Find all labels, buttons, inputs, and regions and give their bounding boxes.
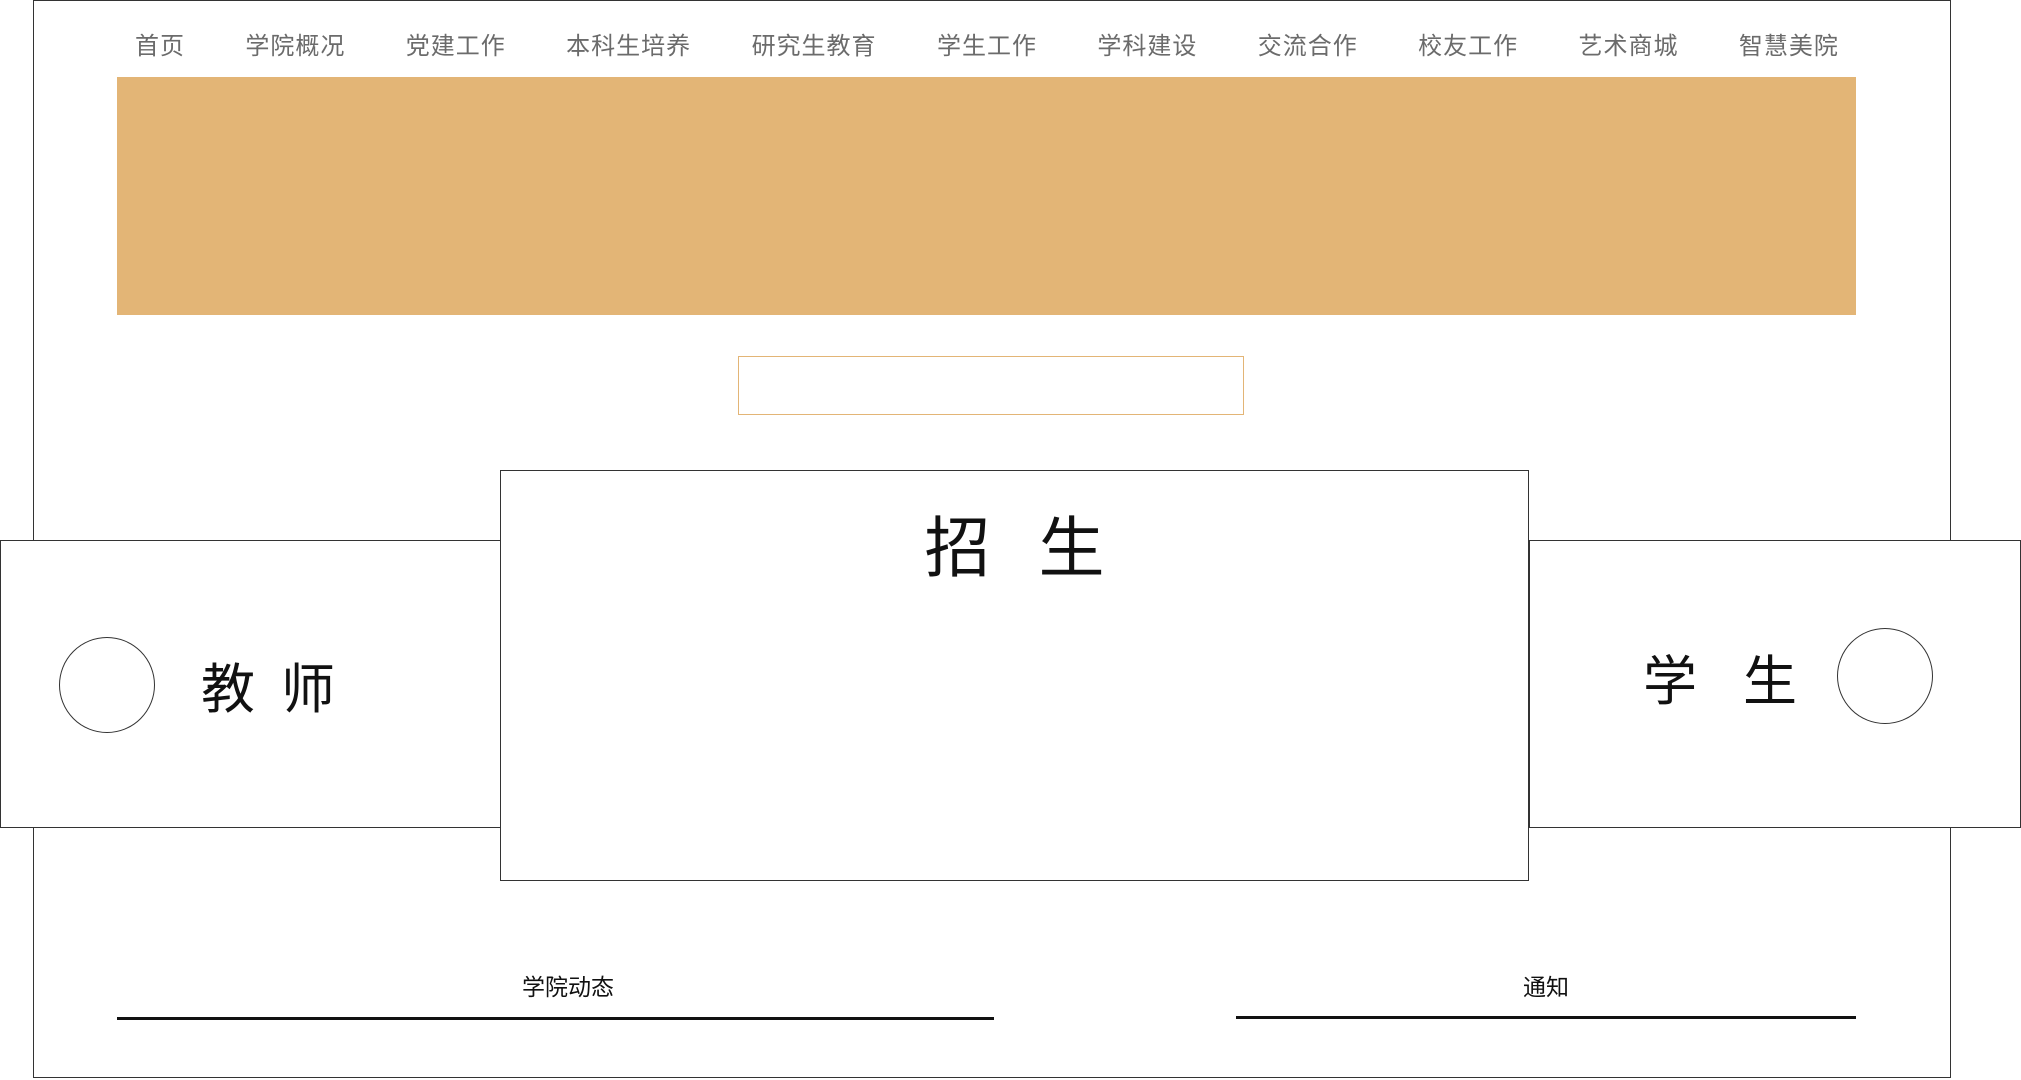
- nav-item-graduate[interactable]: 研究生教育: [734, 26, 895, 61]
- hero-banner: [117, 77, 1856, 315]
- student-avatar: [1837, 628, 1933, 724]
- nav-item-discipline[interactable]: 学科建设: [1079, 26, 1215, 61]
- nav-item-art-mall[interactable]: 艺术商城: [1561, 26, 1697, 61]
- admission-card-title: 招生: [924, 510, 1153, 587]
- nav-item-undergraduate[interactable]: 本科生培养: [548, 26, 709, 61]
- notice-divider: [1236, 1016, 1856, 1019]
- student-card[interactable]: 学生: [1529, 540, 2021, 828]
- nav-item-exchange[interactable]: 交流合作: [1240, 26, 1376, 61]
- nav-item-home[interactable]: 首页: [117, 26, 203, 61]
- teacher-avatar: [59, 637, 155, 733]
- teacher-card-title: 教师: [201, 658, 361, 721]
- nav-item-student-affairs[interactable]: 学生工作: [919, 26, 1055, 61]
- page: 首页 学院概况 党建工作 本科生培养 研究生教育 学生工作 学科建设 交流合作 …: [0, 0, 2021, 1080]
- nav-item-party-building[interactable]: 党建工作: [388, 26, 524, 61]
- nav-item-college-overview[interactable]: 学院概况: [227, 26, 363, 61]
- notice-heading[interactable]: 通知: [1236, 968, 1856, 1002]
- top-nav: 首页 学院概况 党建工作 本科生培养 研究生教育 学生工作 学科建设 交流合作 …: [117, 24, 1857, 62]
- college-news-divider: [117, 1017, 994, 1020]
- nav-item-smart-academy[interactable]: 智慧美院: [1721, 26, 1857, 61]
- college-news-heading[interactable]: 学院动态: [117, 968, 1019, 1002]
- admission-card[interactable]: 招生: [500, 470, 1529, 881]
- student-card-title: 学生: [1643, 650, 1843, 713]
- teacher-card[interactable]: 教师: [0, 540, 502, 828]
- nav-item-alumni[interactable]: 校友工作: [1400, 26, 1536, 61]
- search-input[interactable]: [738, 356, 1244, 415]
